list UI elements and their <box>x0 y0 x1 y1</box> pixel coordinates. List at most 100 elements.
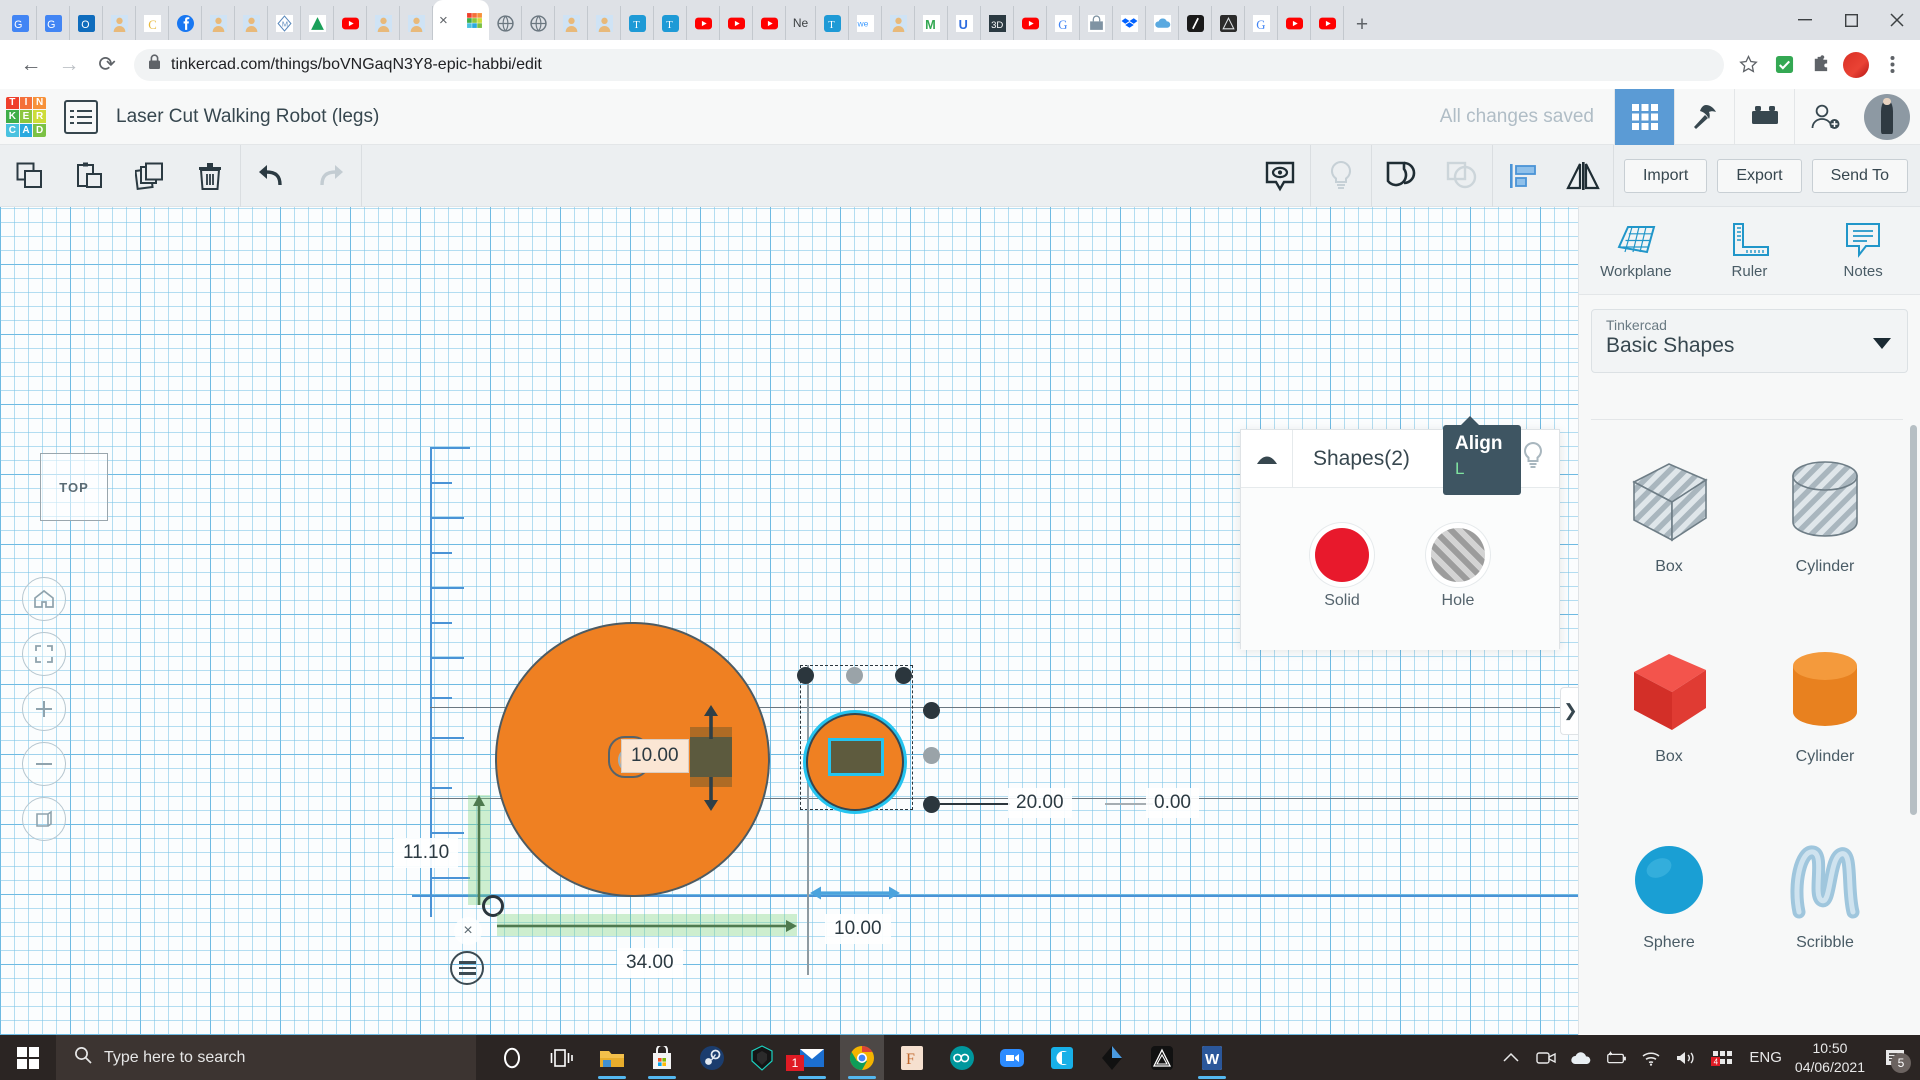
chrome-icon[interactable] <box>840 1035 884 1080</box>
browser-tab-active[interactable]: × <box>433 0 489 40</box>
import-button[interactable]: Import <box>1624 159 1707 193</box>
show-hide-eye-icon[interactable] <box>1250 145 1310 207</box>
resize-arrow-up-icon[interactable] <box>703 705 719 744</box>
redo-icon[interactable] <box>301 145 361 207</box>
browser-tab[interactable]: Ne <box>786 6 816 40</box>
shape-item-cylinder-hole[interactable]: Cylinder <box>1747 420 1903 610</box>
shape-library-select[interactable]: Tinkercad Basic Shapes <box>1591 309 1908 373</box>
selection-handle-right-bottom[interactable] <box>923 796 940 813</box>
dimension-offset-y[interactable]: 0.00 <box>1146 788 1199 818</box>
list-menu-icon[interactable] <box>64 100 98 134</box>
browser-tab[interactable] <box>301 6 334 40</box>
selection-handle-right-top[interactable] <box>923 702 940 719</box>
browser-tab[interactable] <box>687 6 720 40</box>
browser-tab[interactable] <box>400 6 433 40</box>
browser-tab[interactable] <box>1179 6 1212 40</box>
steam-icon[interactable] <box>690 1035 734 1080</box>
browser-tab[interactable]: O <box>70 6 103 40</box>
mail-icon[interactable]: 1 <box>790 1035 834 1080</box>
hole-swatch[interactable] <box>1431 528 1485 582</box>
browser-tab[interactable]: 3D <box>981 6 1014 40</box>
browser-tab[interactable] <box>588 6 621 40</box>
shape-item-box-hole[interactable]: Box <box>1591 420 1747 610</box>
browser-tab[interactable]: T <box>621 6 654 40</box>
browser-tab[interactable] <box>1014 6 1047 40</box>
more-menu-icon[interactable] <box>1876 49 1908 81</box>
undo-icon[interactable] <box>241 145 301 207</box>
browser-tab[interactable] <box>103 6 136 40</box>
fit-view-icon[interactable] <box>22 632 66 676</box>
browser-tab[interactable]: we <box>849 6 882 40</box>
browser-tab[interactable]: M <box>915 6 948 40</box>
language-indicator[interactable]: ENG <box>1749 1049 1782 1066</box>
microsoft-store-icon[interactable] <box>640 1035 684 1080</box>
action-center-button[interactable]: 5 <box>1878 1035 1912 1080</box>
extension-check-icon[interactable] <box>1768 49 1800 81</box>
sidebar-scrollbar[interactable] <box>1910 425 1917 815</box>
selection-handle-top-right[interactable] <box>895 667 912 684</box>
browser-tab[interactable] <box>169 6 202 40</box>
caret-up-icon[interactable] <box>1241 430 1293 488</box>
shape-item-scribble[interactable]: Scribble <box>1747 800 1903 990</box>
zoom-icon[interactable] <box>990 1035 1034 1080</box>
dimension-ruler-vertical[interactable]: 11.10 <box>394 838 458 868</box>
page-title[interactable]: Laser Cut Walking Robot (legs) <box>116 106 379 128</box>
copy-icon[interactable] <box>0 145 60 207</box>
zoom-in-icon[interactable] <box>22 687 66 731</box>
zoom-out-icon[interactable] <box>22 742 66 786</box>
cura-icon[interactable] <box>1040 1035 1084 1080</box>
browser-tab[interactable] <box>882 6 915 40</box>
dimension-hub-height[interactable]: 10.00 <box>621 739 689 773</box>
browser-tab[interactable]: T <box>654 6 687 40</box>
pickaxe-icon[interactable] <box>1674 89 1734 145</box>
close-icon[interactable]: × <box>454 917 482 945</box>
design-canvas[interactable]: TOP <box>0 207 1578 1035</box>
ruler-vertical-arrow-icon[interactable] <box>472 795 486 905</box>
onedrive-icon[interactable] <box>1570 1047 1592 1069</box>
delete-trash-icon[interactable] <box>180 145 240 207</box>
browser-tab[interactable]: M <box>268 6 301 40</box>
home-icon[interactable] <box>22 577 66 621</box>
battery-icon[interactable] <box>1605 1047 1627 1069</box>
shape-item-box-solid[interactable]: Box <box>1591 610 1747 800</box>
maximize-button[interactable] <box>1828 0 1874 40</box>
dimension-ruler-horizontal[interactable]: 34.00 <box>617 948 683 978</box>
file-explorer-icon[interactable] <box>590 1035 634 1080</box>
close-icon[interactable]: × <box>439 13 448 28</box>
minimize-button[interactable] <box>1782 0 1828 40</box>
browser-tab[interactable] <box>202 6 235 40</box>
shape-mode-hole[interactable]: Hole <box>1431 528 1485 610</box>
notification-cluster-icon[interactable]: 4 <box>1710 1047 1736 1069</box>
search-input[interactable]: Type here to search <box>56 1035 476 1080</box>
browser-tab[interactable] <box>753 6 786 40</box>
browser-tab[interactable] <box>235 6 268 40</box>
arduino-icon[interactable] <box>940 1035 984 1080</box>
mirror-icon[interactable] <box>1553 145 1613 207</box>
shape-item-cylinder-solid[interactable]: Cylinder <box>1747 610 1903 800</box>
avatar[interactable] <box>1864 94 1910 140</box>
sidebar-collapse-button[interactable]: ❯ <box>1560 687 1580 735</box>
camera-icon[interactable] <box>1535 1047 1557 1069</box>
small-tab-selected[interactable] <box>828 738 884 776</box>
sidebar-item-ruler[interactable]: Ruler <box>1701 221 1797 280</box>
extension-puzzle-icon[interactable] <box>1804 49 1836 81</box>
view-cube[interactable]: TOP <box>40 453 108 521</box>
grid-blocks-icon[interactable] <box>1614 89 1674 145</box>
browser-tab[interactable] <box>367 6 400 40</box>
selection-handle-top-center[interactable] <box>846 667 863 684</box>
task-view-icon[interactable] <box>540 1035 584 1080</box>
ruler-horizontal-arrow-icon[interactable] <box>497 919 797 933</box>
volume-icon[interactable] <box>1675 1047 1697 1069</box>
paste-icon[interactable] <box>60 145 120 207</box>
browser-tab[interactable]: C <box>136 6 169 40</box>
export-button[interactable]: Export <box>1717 159 1801 193</box>
browser-tab[interactable] <box>334 6 367 40</box>
browser-tab[interactable]: G <box>37 6 70 40</box>
browser-tab[interactable] <box>489 6 522 40</box>
ungroup-icon[interactable] <box>1432 145 1492 207</box>
browser-tab[interactable] <box>1278 6 1311 40</box>
align-icon[interactable] <box>1493 145 1553 207</box>
bookmark-star-icon[interactable] <box>1732 49 1764 81</box>
tinkercad-logo[interactable]: TINKERCAD <box>6 97 46 137</box>
send-to-button[interactable]: Send To <box>1812 159 1908 193</box>
